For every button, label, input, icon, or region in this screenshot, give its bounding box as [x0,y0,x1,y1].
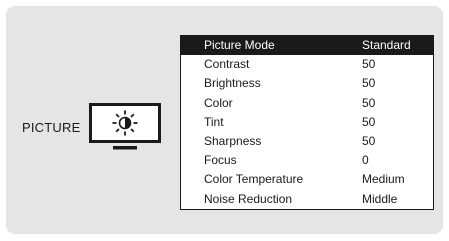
menu-item-color-temperature[interactable]: Color Temperature Medium [181,170,433,189]
menu-item-contrast[interactable]: Contrast 50 [181,55,433,74]
menu-item-label: Noise Reduction [204,191,293,206]
menu-item-value: Middle [362,191,398,206]
menu-item-label: Contrast [204,57,250,72]
menu-item-value: 50 [362,95,376,110]
menu-item-value: 0 [362,153,369,168]
menu-item-value: 50 [362,57,376,72]
menu-item-value: 50 [362,76,376,91]
section-label: PICTURE [22,120,81,135]
menu-item-label: Focus [204,153,237,168]
menu-item-label: Brightness [204,76,261,91]
menu-item-value: Standard [362,38,411,52]
menu-item-label: Color Temperature [204,172,304,187]
menu-item-color[interactable]: Color 50 [181,94,433,113]
menu-item-value: 50 [362,134,376,148]
menu-item-sharpness[interactable]: Sharpness 50 [181,132,433,151]
menu-item-brightness[interactable]: Brightness 50 [181,74,433,93]
menu-item-noise-reduction[interactable]: Noise Reduction Middle [181,190,433,209]
menu-item-label: Picture Mode [204,38,275,52]
menu-item-label: Sharpness [204,134,262,148]
menu-item-focus[interactable]: Focus 0 [181,151,433,170]
menu-item-value: Medium [362,172,405,187]
menu-item-label: Color [204,95,233,110]
menu-item-value: 50 [362,114,376,129]
menu-item-tint[interactable]: Tint 50 [181,113,433,132]
tv-brightness-icon [89,103,161,150]
menu-item-label: Tint [204,114,224,129]
picture-menu: Picture Mode Standard Contrast 50 Bright… [180,35,434,210]
menu-item-picture-mode[interactable]: Picture Mode Standard [181,36,433,56]
